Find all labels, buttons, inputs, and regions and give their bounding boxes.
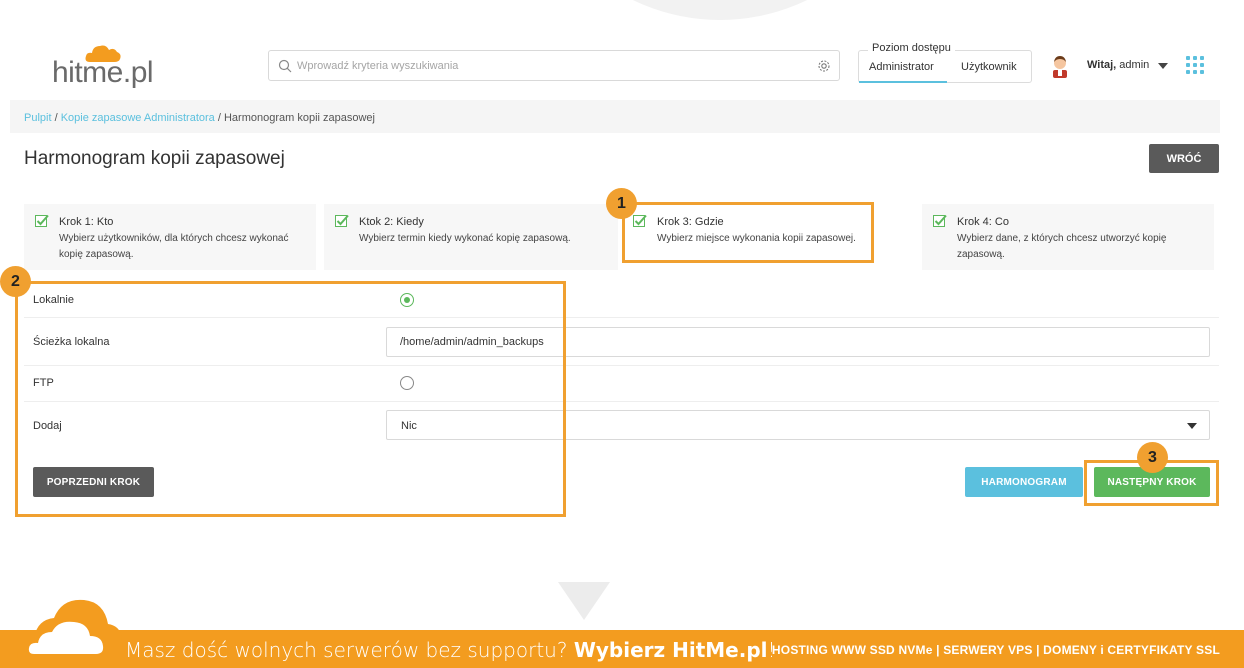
breadcrumb-separator: / (51, 112, 61, 124)
search-box[interactable] (268, 50, 840, 81)
greeting-username: admin (1116, 59, 1150, 71)
annotation-badge-1: 1 (606, 188, 637, 219)
back-button[interactable]: WRÓĆ (1149, 144, 1219, 173)
highlight-step-3 (622, 202, 874, 263)
step-title: Ktok 2: Kiedy (359, 216, 424, 228)
access-level-switch: Administrator Użytkownik Poziom dostępu (858, 42, 1032, 83)
search-input[interactable] (297, 51, 797, 80)
checkbox-checked-icon (933, 214, 947, 227)
search-icon (278, 59, 292, 73)
chevron-down-icon[interactable] (1158, 63, 1168, 69)
annotation-badge-2: 2 (0, 266, 31, 297)
greeting-label: Witaj, (1087, 59, 1117, 71)
access-level-box: Administrator Użytkownik (858, 50, 1032, 83)
step-title: Krok 4: Co (957, 216, 1009, 228)
apps-grid-icon[interactable] (1186, 56, 1204, 74)
checkbox-checked-icon (35, 214, 49, 227)
annotation-badge-3: 3 (1137, 442, 1168, 473)
footer-slogan: Masz dość wolnych serwerów bez supportu?… (125, 638, 776, 662)
access-option-administrator[interactable]: Administrator (869, 61, 934, 73)
step-description: Wybierz użytkowników, dla których chcesz… (59, 233, 289, 260)
step-description: Wybierz dane, z których chcesz utworzyć … (957, 233, 1167, 260)
wizard-step-1[interactable]: Krok 1: Kto Wybierz użytkowników, dla kt… (24, 204, 316, 270)
page-title: Harmonogram kopii zapasowej (24, 148, 285, 169)
chevron-down-icon (1187, 423, 1197, 429)
wizard-step-2[interactable]: Ktok 2: Kiedy Wybierz termin kiedy wykon… (324, 204, 618, 270)
access-option-user[interactable]: Użytkownik (961, 61, 1017, 73)
avatar-icon[interactable] (1050, 54, 1070, 78)
breadcrumb-separator: / (214, 112, 224, 124)
cloud-icon (17, 599, 123, 666)
breadcrumb-current: Harmonogram kopii zapasowej (223, 112, 375, 124)
background-circle (520, 0, 920, 20)
breadcrumb: Pulpit / Kopie zapasowe Administratora /… (10, 100, 1220, 133)
access-selected-indicator (859, 81, 947, 83)
slogan-brand: Wybierz HitMe.pl (573, 638, 768, 662)
footer-links[interactable]: HOSTING WWW SSD NVMe | SERWERY VPS | DOM… (772, 643, 1220, 657)
step-title: Krok 1: Kto (59, 216, 114, 228)
step-description: Wybierz termin kiedy wykonać kopię zapas… (359, 233, 571, 244)
user-greeting[interactable]: Witaj, admin (1087, 59, 1149, 71)
breadcrumb-link-dashboard[interactable]: Pulpit (24, 112, 52, 124)
logo-text: hitme.pl (52, 56, 154, 89)
checkbox-checked-icon (335, 214, 349, 227)
slogan-prefix: Masz dość wolnych serwerów bez supportu? (125, 638, 574, 662)
logo[interactable]: hitme.pl (52, 42, 172, 92)
wizard-step-4[interactable]: Krok 4: Co Wybierz dane, z których chces… (922, 204, 1214, 270)
breadcrumb-link-admin-backups[interactable]: Kopie zapasowe Administratora (61, 112, 215, 124)
access-level-title: Poziom dostępu (868, 42, 955, 54)
schedule-button[interactable]: HARMONOGRAM (965, 467, 1083, 497)
background-arrow-decoration (558, 582, 610, 620)
gear-icon[interactable] (817, 59, 831, 73)
highlight-form (15, 281, 566, 517)
